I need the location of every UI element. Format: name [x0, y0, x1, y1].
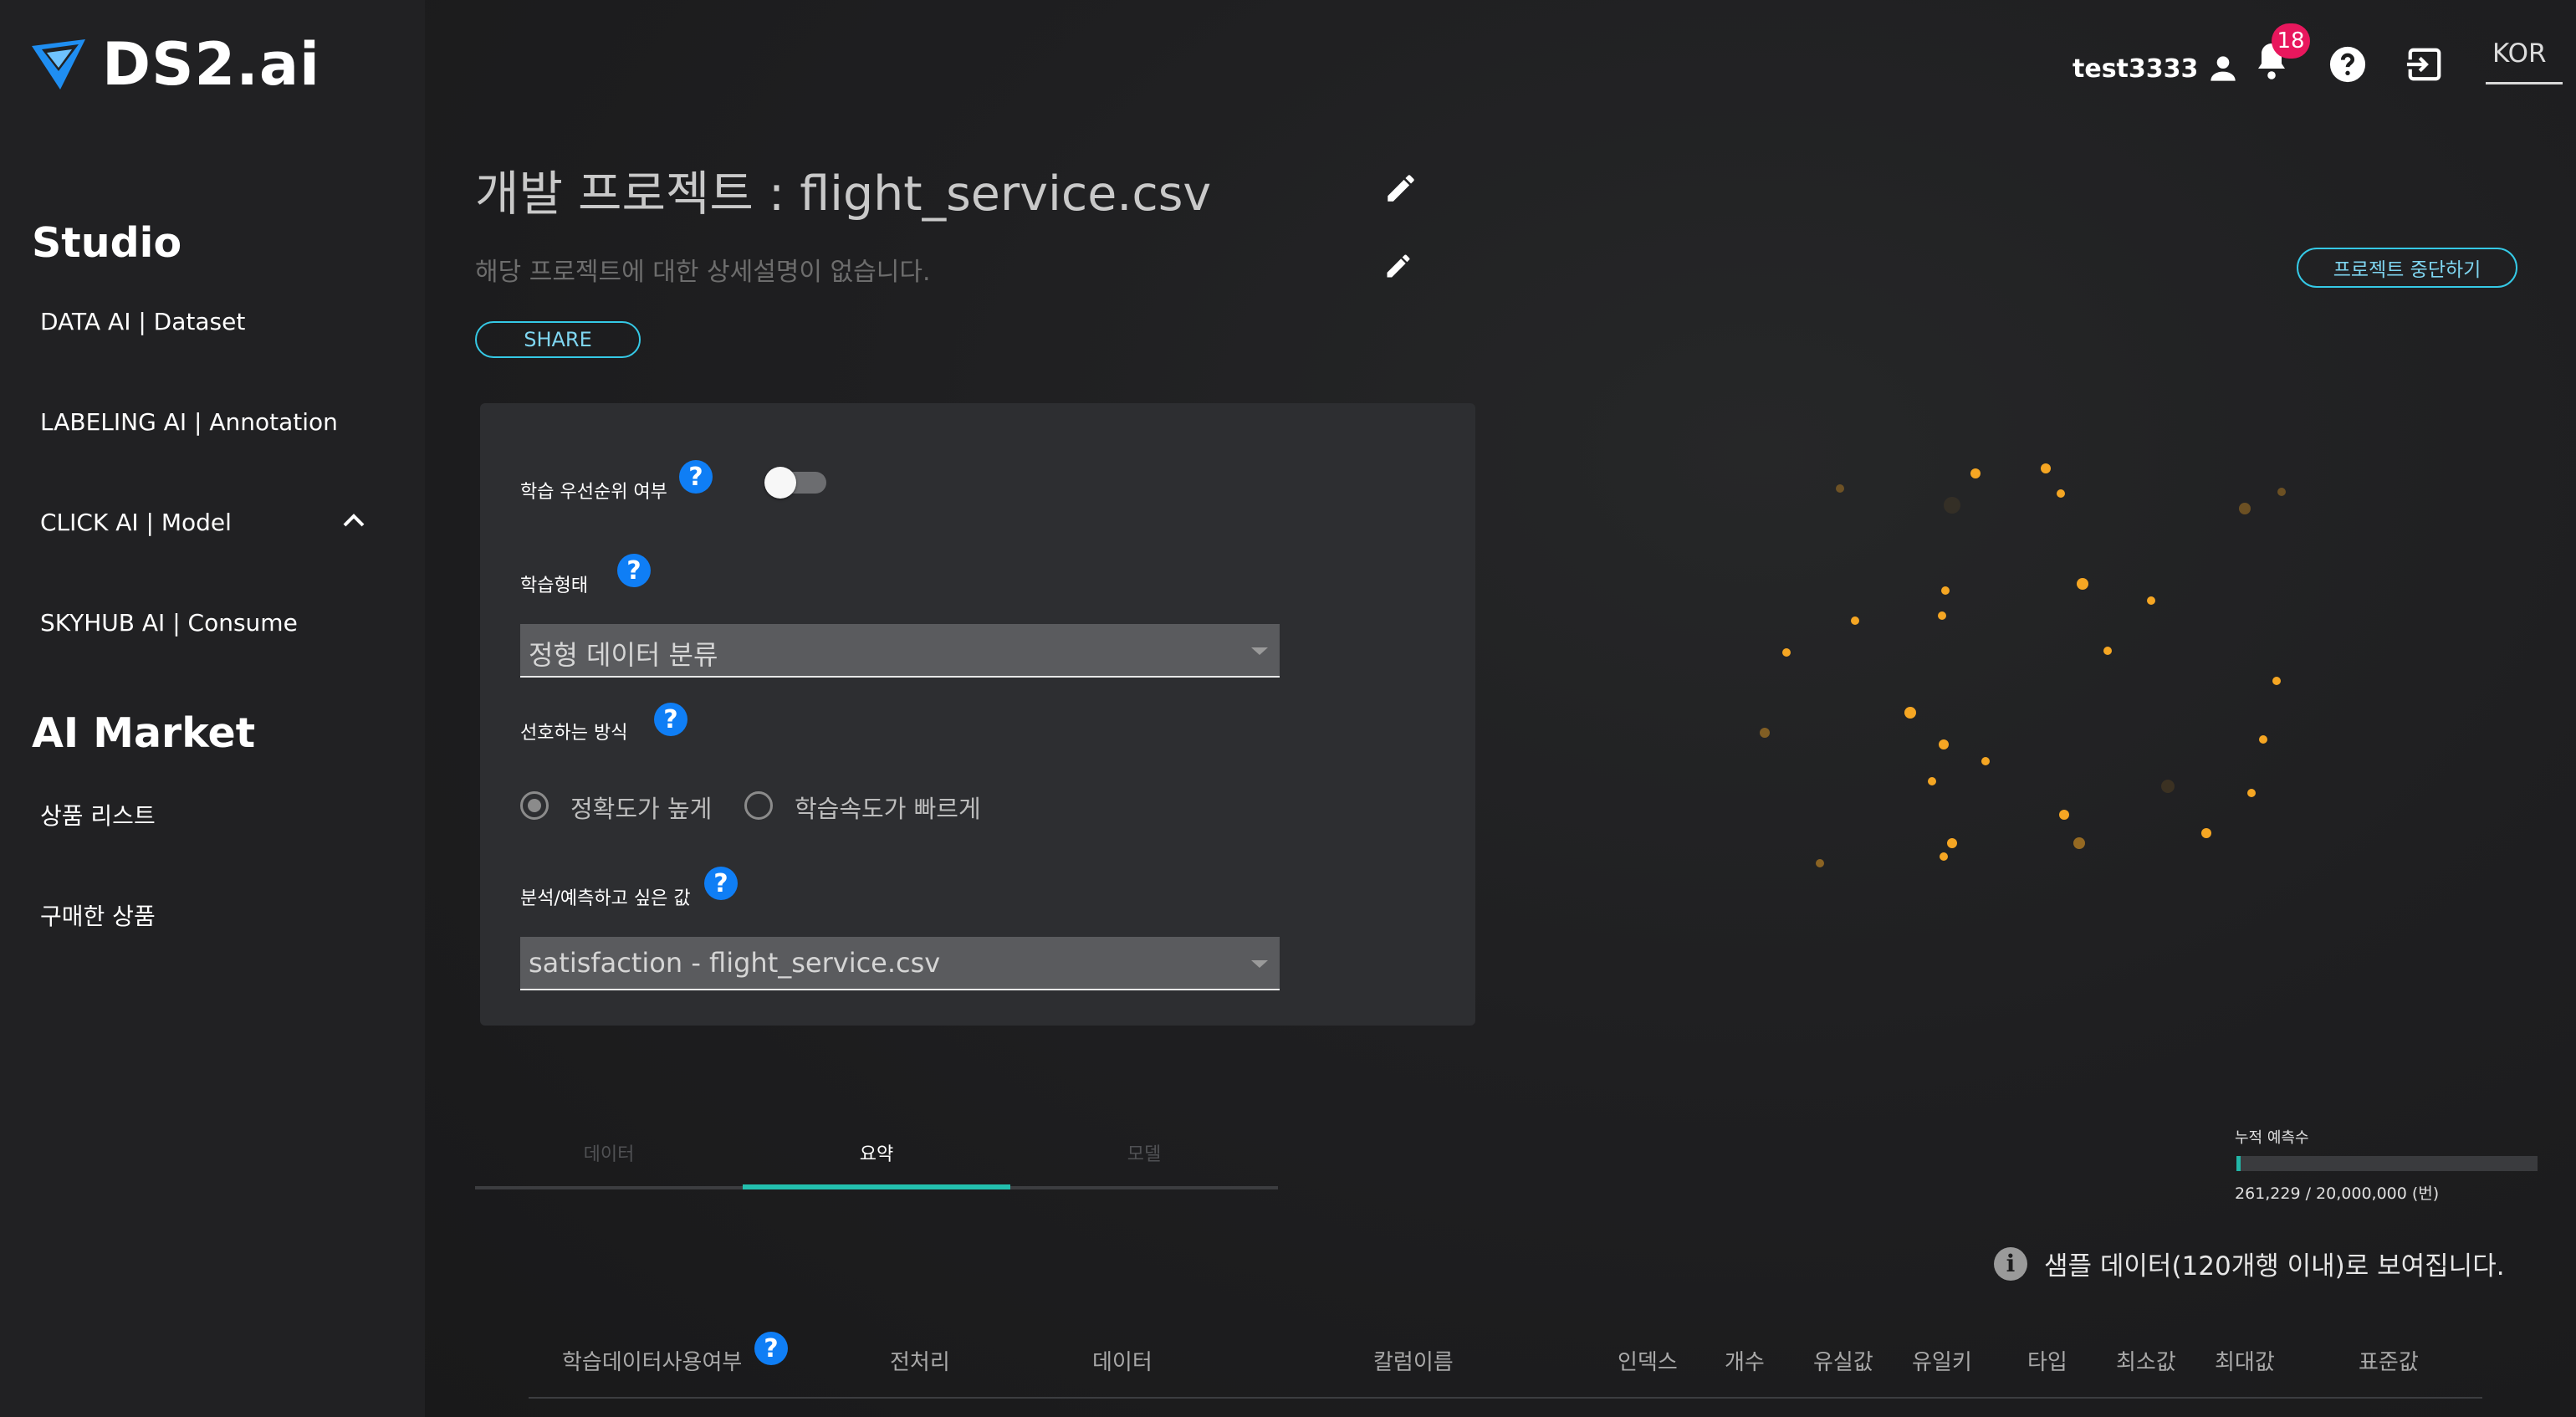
edit-title-icon[interactable]	[1383, 171, 1418, 206]
logout-icon[interactable]	[2405, 45, 2444, 84]
particle-dot	[2103, 647, 2112, 655]
particle-dot	[2073, 837, 2085, 849]
radio-accuracy[interactable]	[520, 791, 549, 820]
chevron-down-icon	[1251, 960, 1268, 968]
particle-dot	[1904, 707, 1916, 719]
particle-dot	[1944, 497, 1960, 514]
col-header-unique: 유일키	[1912, 1350, 1972, 1375]
use-training-help-icon[interactable]: ?	[754, 1332, 788, 1365]
particle-dot	[2277, 488, 2286, 496]
target-value-label: 분석/예측하고 싶은 값	[520, 888, 691, 909]
particle-dot	[1938, 611, 1946, 620]
train-type-help-icon[interactable]: ?	[617, 554, 651, 587]
col-header-count: 개수	[1725, 1350, 1765, 1375]
particle-dot	[1970, 468, 1981, 478]
particle-dot	[2041, 463, 2051, 473]
target-value-select[interactable]: satisfaction - flight_service.csv	[520, 937, 1280, 990]
particle-dot	[1851, 616, 1859, 625]
col-header-max: 최대값	[2215, 1350, 2275, 1375]
language-selector[interactable]: KOR	[2492, 38, 2547, 69]
preferred-method-help-icon[interactable]: ?	[654, 703, 687, 736]
sample-note: i 샘플 데이터(120개행 이내)로 보여집니다.	[1994, 1245, 2505, 1282]
stop-project-button[interactable]: 프로젝트 중단하기	[2297, 248, 2517, 288]
particle-dot	[1939, 739, 1949, 749]
target-value-value: satisfaction - flight_service.csv	[529, 947, 941, 979]
particle-dot	[1941, 586, 1950, 595]
tab-summary[interactable]: 요약	[743, 1139, 1010, 1166]
col-header-missing: 유실값	[1813, 1350, 1873, 1375]
table-header-divider	[529, 1397, 2482, 1399]
usage-label: 누적 예측수	[2235, 1129, 2309, 1147]
particle-dot	[2247, 789, 2256, 797]
active-tab-indicator	[743, 1184, 1010, 1189]
particle-dot	[2259, 735, 2267, 744]
edit-description-icon[interactable]	[1383, 251, 1413, 281]
particle-dot	[1981, 757, 1990, 765]
col-header-min: 최소값	[2116, 1350, 2176, 1375]
user-menu[interactable]: test3333	[2073, 50, 2241, 87]
particle-dot	[1947, 838, 1957, 848]
usage-progress-bar	[2236, 1156, 2538, 1171]
particle-dot	[2239, 503, 2251, 514]
help-icon[interactable]	[2328, 45, 2367, 84]
usage-progress-fill	[2236, 1156, 2241, 1171]
sample-note-text: 샘플 데이터(120개행 이내)로 보여집니다.	[2044, 1251, 2505, 1281]
chevron-down-icon	[1251, 647, 1268, 655]
particle-dot	[1760, 728, 1770, 738]
radio-accuracy-label[interactable]: 정확도가 높게	[570, 790, 712, 825]
share-button[interactable]: SHARE	[475, 321, 641, 358]
tab-model[interactable]: 모델	[1010, 1139, 1278, 1166]
col-header-preprocess: 전처리	[890, 1350, 950, 1375]
particle-dot	[2077, 578, 2088, 590]
username: test3333	[2073, 54, 2199, 84]
particle-dot	[2161, 780, 2175, 793]
particle-dot	[1940, 852, 1948, 861]
col-header-use-training: 학습데이터사용여부	[562, 1350, 743, 1375]
train-type-value: 정형 데이터 분류	[529, 639, 718, 671]
particle-dot	[2201, 828, 2211, 838]
particle-dot	[1928, 777, 1936, 785]
priority-label: 학습 우선순위 여부	[520, 482, 667, 503]
priority-help-icon[interactable]: ?	[679, 460, 713, 494]
project-description: 해당 프로젝트에 대한 상세설명이 없습니다.	[475, 258, 931, 287]
train-type-select[interactable]: 정형 데이터 분류	[520, 624, 1280, 678]
training-settings-card: 학습 우선순위 여부 ? 학습형태 ? 정형 데이터 분류 선호하는 방식 ? …	[480, 403, 1475, 1026]
particle-dot	[2272, 677, 2281, 685]
target-value-help-icon[interactable]: ?	[704, 867, 738, 900]
radio-speed-label[interactable]: 학습속도가 빠르게	[795, 790, 981, 825]
col-header-type: 타입	[2027, 1350, 2067, 1375]
col-header-std: 표준값	[2359, 1350, 2419, 1375]
project-title: 개발 프로젝트 : flight_service.csv	[475, 166, 1212, 222]
particle-dot	[2057, 489, 2065, 498]
info-icon: i	[1994, 1246, 2027, 1281]
language-underline	[2486, 82, 2563, 84]
col-header-column-name: 칼럼이름	[1373, 1350, 1454, 1375]
preferred-method-label: 선호하는 방식	[520, 723, 628, 744]
particle-dot	[1816, 859, 1824, 867]
radio-accuracy-dot	[528, 799, 541, 812]
particle-dot	[2059, 810, 2069, 820]
radio-speed[interactable]	[744, 791, 773, 820]
notification-badge: 18	[2272, 23, 2310, 59]
col-header-index: 인덱스	[1618, 1350, 1678, 1375]
user-icon	[2211, 56, 2236, 81]
particle-dot	[2147, 596, 2155, 605]
priority-toggle-knob[interactable]	[764, 467, 796, 499]
col-header-data: 데이터	[1092, 1350, 1153, 1375]
usage-value: 261,229 / 20,000,000 (번)	[2235, 1184, 2440, 1203]
particle-dot	[1782, 648, 1791, 657]
particle-dot	[1836, 484, 1844, 493]
train-type-label: 학습형태	[520, 575, 588, 596]
tab-data[interactable]: 데이터	[475, 1139, 743, 1166]
